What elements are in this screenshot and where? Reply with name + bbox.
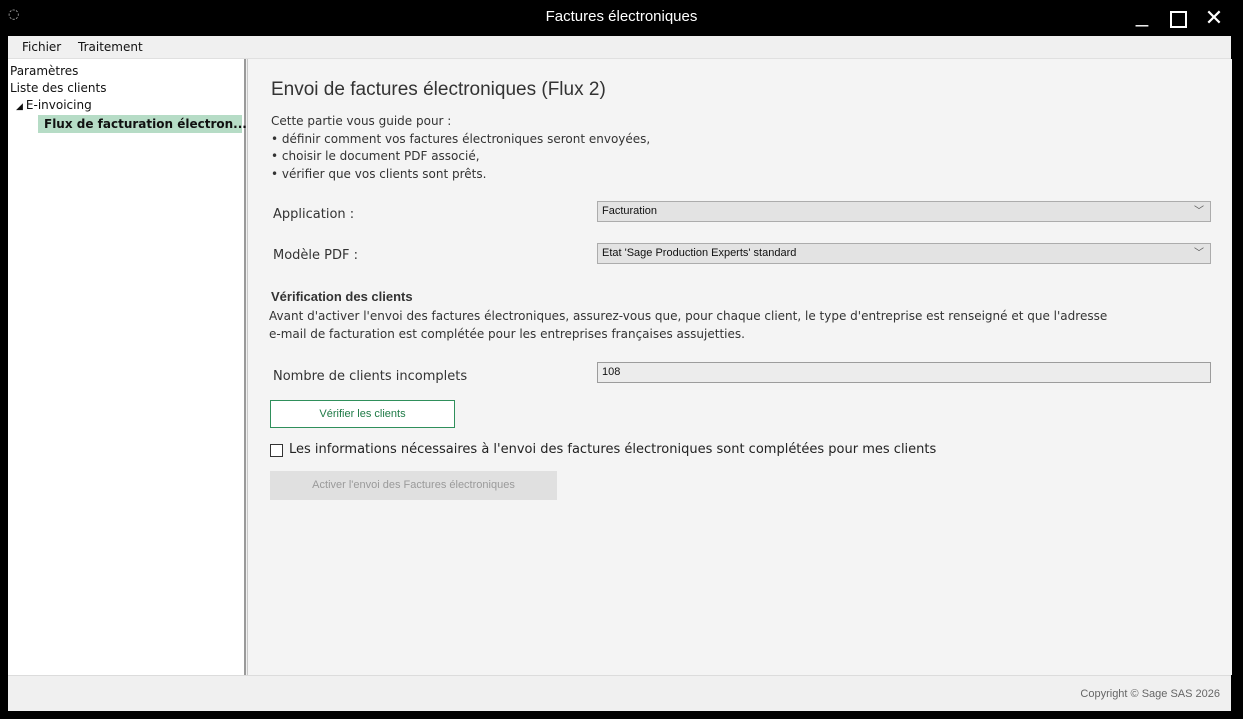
- app-window: Fichier Traitement Paramètres Liste des …: [8, 36, 1232, 711]
- copyright-text: Copyright © Sage SAS 2026: [1080, 688, 1220, 700]
- guide-intro: Cette partie vous guide pour :: [271, 114, 452, 128]
- menu-fichier[interactable]: Fichier: [22, 40, 61, 54]
- clients-complete-label[interactable]: Les informations nécessaires à l'envoi d…: [289, 442, 936, 457]
- incomplete-clients-field: 108: [597, 362, 1211, 383]
- menu-traitement[interactable]: Traitement: [78, 40, 143, 54]
- minimize-button[interactable]: _: [1124, 4, 1160, 32]
- incomplete-clients-label: Nombre de clients incomplets: [273, 369, 468, 384]
- close-button[interactable]: ✕: [1196, 4, 1232, 32]
- expand-triangle-icon[interactable]: ◢: [16, 102, 23, 112]
- activate-e-invoicing-button[interactable]: Activer l'envoi des Factures électroniqu…: [270, 471, 557, 500]
- verify-clients-button[interactable]: Vérifier les clients: [270, 400, 455, 428]
- clients-complete-checkbox[interactable]: [270, 444, 283, 457]
- verification-text: e-mail de facturation est complétée pour…: [269, 327, 745, 341]
- pdf-model-select[interactable]: Etat 'Sage Production Experts' standard …: [597, 243, 1211, 264]
- tree-item-liste-clients[interactable]: Liste des clients: [10, 81, 106, 95]
- chevron-down-icon: ﹀: [1194, 206, 1204, 217]
- title-bar: ◌ Factures électroniques _ ✕: [0, 0, 1243, 36]
- tree-item-e-invoicing[interactable]: ◢ E-invoicing: [16, 98, 92, 112]
- page-title: Envoi de factures électroniques (Flux 2): [271, 79, 606, 100]
- application-label: Application :: [273, 207, 355, 222]
- pdf-model-select-value: Etat 'Sage Production Experts' standard: [602, 247, 797, 259]
- maximize-icon: [1169, 11, 1187, 28]
- menu-bar: Fichier Traitement: [8, 36, 1231, 59]
- application-select[interactable]: Facturation ﹀: [597, 201, 1211, 222]
- guide-bullet: • vérifier que vos clients sont prêts.: [271, 167, 487, 181]
- guide-bullet: • définir comment vos factures électroni…: [271, 132, 651, 146]
- tree-item-label: E-invoicing: [25, 98, 92, 112]
- verification-text: Avant d'activer l'envoi des factures éle…: [269, 309, 1108, 323]
- navigation-tree: Paramètres Liste des clients ◢ E-invoicin…: [8, 59, 247, 675]
- tree-item-flux-facturation[interactable]: Flux de facturation électron...: [38, 115, 247, 133]
- main-panel: Envoi de factures électroniques (Flux 2)…: [247, 59, 1232, 675]
- window-title: Factures électroniques: [545, 8, 698, 25]
- verification-section-title: Vérification des clients: [271, 289, 413, 304]
- status-bar: Copyright © Sage SAS 2026: [8, 675, 1231, 711]
- maximize-button[interactable]: [1160, 4, 1196, 32]
- guide-bullet: • choisir le document PDF associé,: [271, 149, 480, 163]
- application-select-value: Facturation: [602, 205, 658, 217]
- chevron-down-icon: ﹀: [1194, 248, 1204, 259]
- tree-item-parametres[interactable]: Paramètres: [10, 64, 78, 78]
- pdf-model-label: Modèle PDF :: [273, 248, 359, 263]
